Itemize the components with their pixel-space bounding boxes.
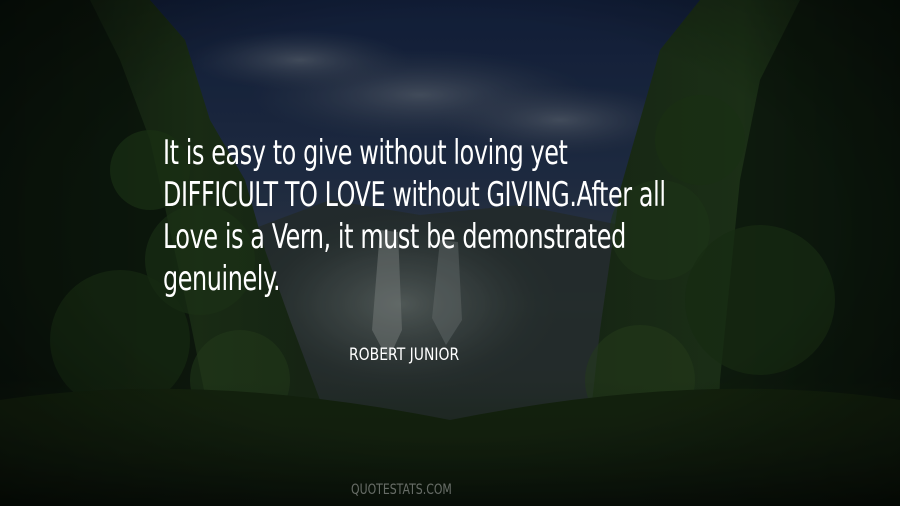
site-watermark: QUOTESTATS.COM bbox=[351, 482, 452, 498]
quote-image: It is easy to give without loving yet DI… bbox=[0, 0, 900, 506]
quote-line-2: DIFFICULT TO LOVE without GIVING.After a… bbox=[163, 175, 666, 215]
quote-line-3: Love is a Vern, it must be demonstrated bbox=[163, 217, 626, 257]
quote-line-1: It is easy to give without loving yet bbox=[163, 133, 568, 173]
quote-text: It is easy to give without loving yet DI… bbox=[163, 132, 763, 300]
author-name: ROBERT JUNIOR bbox=[349, 345, 460, 365]
quote-line-4: genuinely. bbox=[163, 259, 281, 299]
